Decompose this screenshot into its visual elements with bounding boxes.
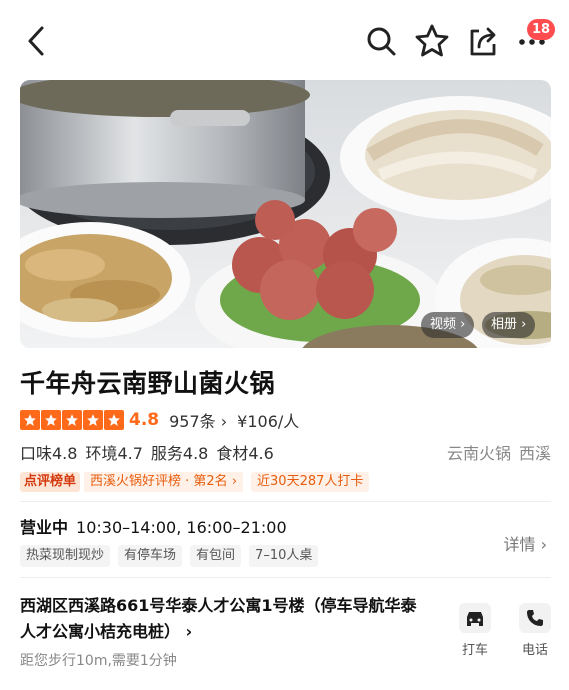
taxi-button[interactable]: 打车 [453, 603, 497, 658]
chevron-right-icon: › [180, 622, 193, 641]
star-rating [20, 410, 125, 430]
rank-row: 点评榜单 西溪火锅好评榜 · 第2名 › 近30天287人打卡 [20, 471, 370, 493]
restaurant-name: 千年舟云南野山菌火锅 [20, 369, 276, 398]
album-button[interactable]: 相册 › [482, 312, 536, 338]
ingredient-score: 食材4.6 [216, 444, 274, 463]
facility-tag: 热菜现制现炒 [20, 545, 111, 567]
notification-badge: 18 [527, 19, 556, 40]
album-label: 相册 [491, 317, 518, 332]
hours-row[interactable]: 营业中 10:30–14:00, 16:00–21:00 [20, 514, 287, 538]
service-score: 服务4.8 [150, 444, 209, 463]
star-rating-icon [41, 410, 61, 430]
sub-scores-row: 口味4.8 环境4.7 服务4.8 食材4.6 云南火锅 西溪 [20, 440, 551, 464]
address-text: 西湖区西溪路661号华泰人才公寓1号楼（停车导航华泰人才公寓小桔充电桩） [20, 596, 417, 641]
hero-photo[interactable] [20, 80, 551, 348]
star-rating-icon [20, 410, 40, 430]
rank-tag: 点评榜单 [20, 472, 81, 492]
open-status: 营业中 [20, 518, 69, 537]
facility-tag: 有停车场 [118, 545, 183, 567]
details-link[interactable]: 详情 › [504, 531, 548, 555]
divider [20, 501, 551, 502]
rating-score: 4.8 [129, 410, 160, 430]
checkin-badge[interactable]: 近30天287人打卡 [251, 472, 370, 492]
phone-label: 电话 [521, 643, 548, 658]
back-icon[interactable] [22, 24, 52, 58]
chevron-right-icon: › [456, 317, 466, 332]
environment-score: 环境4.7 [85, 444, 143, 463]
review-count: 957条 [169, 412, 216, 431]
video-button[interactable]: 视频 › [421, 312, 475, 338]
walking-distance: 距您步行10m,需要1分钟 [20, 653, 177, 669]
chevron-right-icon: › [227, 474, 238, 489]
phone-icon [519, 603, 551, 633]
review-count-link[interactable]: 957条 › [169, 408, 227, 432]
average-price: ¥106/人 [237, 412, 300, 431]
divider [20, 577, 551, 578]
rank-link[interactable]: 西溪火锅好评榜 · 第2名 › [84, 472, 244, 492]
chevron-right-icon: › [215, 412, 228, 431]
star-rating-icon [62, 410, 82, 430]
taste-score: 口味4.8 [20, 444, 78, 463]
car-icon [459, 603, 491, 633]
star-icon[interactable] [414, 23, 450, 59]
details-label: 详情 [503, 535, 536, 554]
rank-text: 西溪火锅好评榜 · 第2名 [90, 474, 228, 489]
video-label: 视频 [430, 317, 457, 332]
star-rating-icon [83, 410, 103, 430]
chevron-right-icon: › [517, 317, 527, 332]
phone-button[interactable]: 电话 [513, 603, 557, 658]
share-icon[interactable] [465, 23, 501, 59]
open-hours: 10:30–14:00, 16:00–21:00 [76, 518, 287, 537]
facility-tags: 热菜现制现炒 有停车场 有包间 7–10人桌 [20, 545, 326, 567]
address-link[interactable]: 西湖区西溪路661号华泰人才公寓1号楼（停车导航华泰人才公寓小桔充电桩） › [20, 593, 420, 645]
search-icon[interactable] [364, 24, 398, 58]
area: 西溪 [518, 444, 551, 463]
category-area[interactable]: 云南火锅 西溪 [439, 440, 551, 464]
taxi-label: 打车 [461, 643, 488, 658]
category: 云南火锅 [446, 444, 511, 463]
facility-tag: 有包间 [190, 545, 242, 567]
star-rating-icon [104, 410, 124, 430]
top-bar: 18 [0, 0, 569, 80]
facility-tag: 7–10人桌 [249, 545, 319, 567]
rating-row: 4.8 957条 › ¥106/人 [20, 408, 299, 432]
chevron-right-icon: › [535, 535, 547, 554]
